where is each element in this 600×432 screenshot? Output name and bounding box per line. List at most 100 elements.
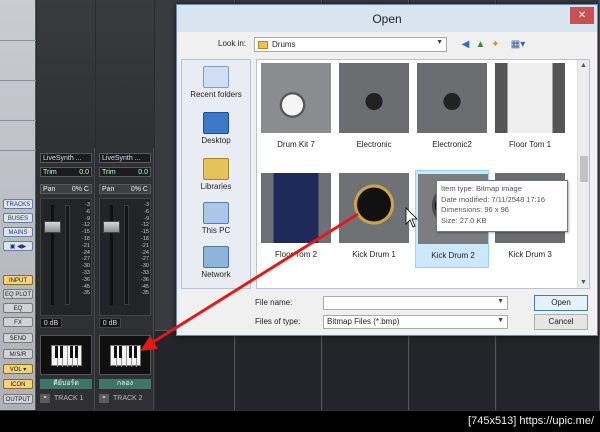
kick-drum-thumbnail (339, 173, 409, 243)
files-of-type-select[interactable]: Bitmap Files (*.bmp) ▼ (323, 315, 508, 329)
file-name-input[interactable]: ▼ (323, 296, 508, 310)
vol-button[interactable]: VOL ▾ (3, 364, 33, 374)
chevron-down-icon: ▼ (436, 39, 443, 46)
volume-fader[interactable] (103, 221, 120, 233)
footer-text: [745x513] https://upic.me/ (468, 415, 594, 427)
place-libraries[interactable]: Libraries (182, 158, 250, 191)
desktop-icon (203, 112, 229, 134)
file-list[interactable]: Drum Kit 7 Electronic Electronic2 Floor … (256, 59, 590, 289)
channel-strip-1: LiveSynth ... Trim 0.0 Pan 0% C -3 -6 -9 -12-… (37, 0, 95, 410)
place-label: Recent folders (190, 90, 242, 99)
tracks-button[interactable]: TRACKS (3, 199, 33, 209)
trim-value: 0.0 (138, 169, 148, 176)
chevron-down-icon: ▼ (497, 298, 504, 305)
buses-button[interactable]: BUSES (3, 213, 33, 223)
trim-control[interactable]: Trim 0.0 (99, 167, 151, 177)
file-name: Kick Drum 1 (352, 250, 396, 259)
libraries-icon (203, 158, 229, 180)
db-readout: 0 dB (99, 318, 121, 328)
lookin-value: Drums (272, 40, 296, 49)
volume-fader[interactable] (44, 221, 61, 233)
dialog-titlebar[interactable]: Open ✕ (177, 5, 597, 32)
electronic-kit-thumbnail (339, 63, 409, 133)
file-tile[interactable]: Floor Tom 1 (493, 60, 567, 158)
mains-button[interactable]: MAINS (3, 227, 33, 237)
lookin-label: Look in: (218, 39, 247, 48)
computer-icon (203, 202, 229, 224)
pan-control[interactable]: Pan 0% C (40, 184, 92, 194)
place-this-pc[interactable]: This PC (182, 202, 250, 235)
meter-scale: -3 -6 -9 -12 -15 -18 -21 -24 -27 -30 -33 -36 -45 -35 (82, 202, 90, 297)
db-readout: 0 dB (40, 318, 62, 328)
fx-button[interactable]: FX (3, 317, 33, 327)
panel-divider (0, 120, 36, 121)
msr-button[interactable]: M/S/R (3, 349, 33, 359)
track-name[interactable]: คีย์บอร์ด (40, 379, 92, 389)
places-bar: Recent folders Desktop Libraries This PC… (181, 59, 251, 289)
synth-selector[interactable]: LiveSynth ... (40, 153, 92, 163)
file-tile[interactable]: Drum Kit 7 (259, 60, 333, 158)
electronic-kit-thumbnail (417, 63, 487, 133)
file-type-row: Files of type: Bitmap Files (*.bmp) ▼ Ca… (177, 314, 597, 332)
input-button[interactable]: INPUT (3, 275, 33, 285)
instrument-slot[interactable] (99, 335, 151, 375)
instrument-slot[interactable] (40, 335, 92, 375)
pan-control[interactable]: Pan 0% C (99, 184, 151, 194)
back-icon[interactable]: ◀ (459, 38, 472, 51)
dialog-title: Open (372, 12, 402, 26)
place-desktop[interactable]: Desktop (182, 112, 250, 145)
eq-button[interactable]: EQ (3, 303, 33, 313)
tooltip-size: Size: 27.0 KB (441, 215, 487, 225)
place-recent-folders[interactable]: Recent folders (182, 66, 250, 99)
output-button[interactable]: OUTPUT (3, 394, 33, 404)
place-label: This PC (201, 226, 231, 235)
file-tile[interactable]: Electronic (337, 60, 411, 158)
floor-tom-thumbnail (261, 173, 331, 243)
layout-toggle-button[interactable]: ▣ ◀▶ (3, 241, 33, 251)
place-network[interactable]: Network (182, 246, 250, 279)
file-tile[interactable]: Electronic2 (415, 60, 489, 158)
track-name[interactable]: กลอง (99, 379, 151, 389)
tooltip-modified: Date modified: 7/11/2548 17:16 (441, 194, 546, 204)
track-footer: ⚭ TRACK 2 (99, 392, 151, 404)
file-list-scrollbar[interactable]: ▲ ▼ (577, 60, 589, 288)
panel-divider (0, 80, 36, 81)
recent-folders-icon (203, 66, 229, 88)
eq-plot-button[interactable]: EQ PLOT (3, 289, 33, 299)
left-panel: TRACKS BUSES MAINS ▣ ◀▶ INPUT EQ PLOT EQ… (0, 0, 36, 410)
scroll-up-icon[interactable]: ▲ (580, 62, 587, 69)
view-menu-icon[interactable]: ▦▾ (508, 38, 528, 51)
file-info-tooltip: Item type: Bitmap image Date modified: 7… (436, 180, 568, 232)
trim-value: 0.0 (79, 169, 89, 176)
open-button[interactable]: Open (534, 295, 588, 311)
chevron-down-icon: ▼ (497, 317, 504, 324)
pan-label: Pan (102, 186, 115, 193)
drum-kit-thumbnail (261, 63, 331, 133)
trim-control[interactable]: Trim 0.0 (40, 167, 92, 177)
new-folder-icon[interactable]: ✦ (489, 38, 502, 51)
close-button[interactable]: ✕ (570, 7, 594, 24)
file-tile[interactable]: Kick Drum 1 (337, 170, 411, 268)
up-folder-icon[interactable]: ▲ (474, 38, 487, 51)
file-tile[interactable]: Floor Tom 2 (259, 170, 333, 268)
files-of-type-label: Files of type: (255, 317, 301, 326)
synth-selector[interactable]: LiveSynth ... (99, 153, 151, 163)
track-number: TRACK 1 (54, 394, 84, 402)
trim-label: Trim (102, 169, 116, 176)
lookin-row: Look in: Drums ▼ ◀ ▲ ✦ ▦▾ (177, 36, 597, 54)
place-label: Network (201, 270, 231, 279)
place-label: Libraries (200, 182, 232, 191)
folder-icon (258, 41, 268, 49)
lookin-select[interactable]: Drums ▼ (254, 37, 447, 52)
send-button[interactable]: SEND (3, 333, 33, 343)
fader-track (51, 205, 54, 305)
icon-button[interactable]: ICON (3, 379, 33, 389)
file-name-row: File name: ▼ Open (177, 295, 597, 313)
keyboard-icon (110, 345, 141, 367)
scroll-down-icon[interactable]: ▼ (580, 279, 587, 286)
link-icon[interactable]: ⚭ (99, 393, 109, 403)
cancel-button[interactable]: Cancel (534, 314, 588, 330)
strip-header (37, 0, 95, 148)
scroll-thumb[interactable] (580, 156, 588, 182)
link-icon[interactable]: ⚭ (40, 393, 50, 403)
